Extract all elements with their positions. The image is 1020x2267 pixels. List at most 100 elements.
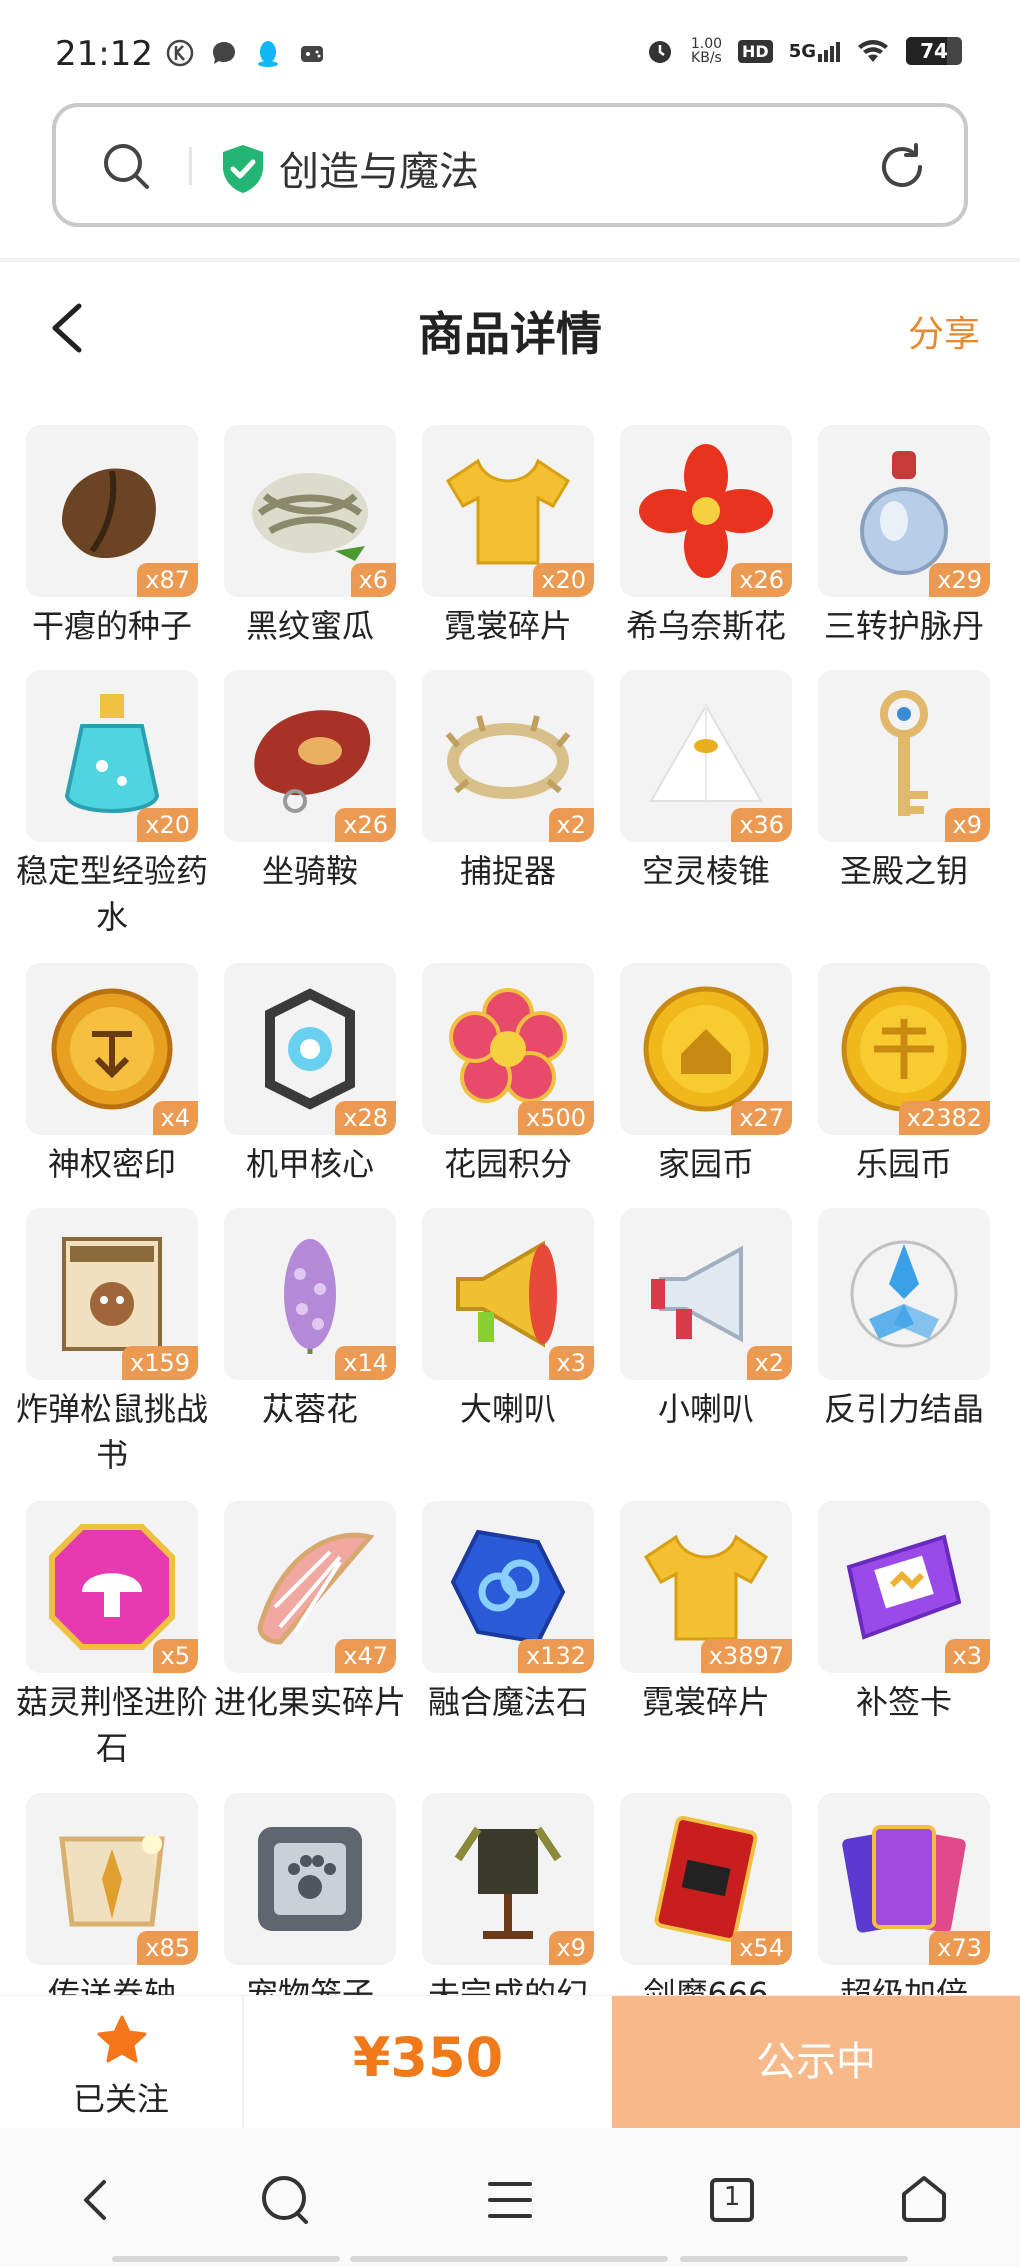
signal-indicator: 5G — [789, 41, 840, 62]
item-card[interactable]: x28 机甲核心 — [224, 963, 396, 1187]
item-card[interactable]: x54 剑魔666 — [620, 1793, 792, 1995]
nav-menu-icon[interactable] — [480, 2170, 540, 2230]
item-card[interactable]: x3897 霓裳碎片 — [620, 1501, 792, 1725]
item-card[interactable]: x500 花园积分 — [422, 963, 594, 1187]
item-name: 霓裳碎片 — [443, 607, 572, 645]
follow-button[interactable]: 已关注 — [0, 1996, 242, 2129]
net-speed: 1.00 KB/s — [690, 36, 723, 66]
item-thumbnail: x5 — [26, 1501, 198, 1673]
gesture-bar-right — [680, 2256, 908, 2262]
item-quantity-badge: x26 — [731, 563, 792, 597]
item-card[interactable]: x2382 乐园币 — [818, 963, 990, 1187]
nav-home-icon[interactable] — [894, 2170, 954, 2230]
item-quantity-badge: x85 — [137, 1931, 198, 1965]
item-thumbnail: x20 — [422, 425, 594, 597]
item-quantity-badge: x54 — [731, 1931, 792, 1965]
item-thumbnail: x132 — [422, 1501, 594, 1673]
status-time: 21:12 — [55, 34, 153, 74]
item-thumbnail — [224, 1793, 396, 1965]
item-name: 超级加倍 — [839, 1975, 968, 1995]
item-card[interactable]: x3 大喇叭 — [422, 1208, 594, 1432]
item-card[interactable]: 反引力结晶 — [818, 1208, 990, 1432]
item-quantity-badge: x4 — [152, 1101, 198, 1135]
item-card[interactable]: x132 融合魔法石 — [422, 1501, 594, 1725]
item-grid-viewport[interactable]: x87 干瘪的种子 x6 黑纹蜜瓜 x20 霓裳碎片 x26 希乌奈斯花 x29 三转护脉丹 x20… — [0, 380, 1020, 1995]
seed-icon — [62, 468, 156, 559]
item-card[interactable]: x36 空灵棱锥 — [620, 670, 792, 894]
nav-search-icon[interactable] — [256, 2170, 316, 2230]
item-card[interactable]: 宠物笼子 — [224, 1793, 396, 1995]
item-quantity-badge: x73 — [929, 1931, 990, 1965]
status-button[interactable]: 公示中 — [612, 1996, 1020, 2129]
item-card[interactable]: x2 捕捉器 — [422, 670, 594, 894]
search-icon[interactable] — [101, 141, 153, 193]
item-card[interactable]: x4 神权密印 — [26, 963, 198, 1187]
item-name: 融合魔法石 — [427, 1683, 588, 1721]
item-quantity-badge: x3897 — [700, 1639, 792, 1673]
item-quantity-badge: x132 — [517, 1639, 594, 1673]
item-thumbnail: x6 — [224, 425, 396, 597]
item-card[interactable]: x29 三转护脉丹 — [818, 425, 990, 649]
item-thumbnail: x3 — [422, 1208, 594, 1380]
item-card[interactable]: x9 圣殿之钥 — [818, 670, 990, 894]
item-card[interactable]: x14 苁蓉花 — [224, 1208, 396, 1432]
star-icon — [97, 2015, 147, 2063]
teleport-scroll-icon — [59, 1834, 165, 1927]
item-card[interactable]: x159 炸弹松鼠挑战书 — [16, 1208, 208, 1478]
card-pack-icon — [842, 1825, 966, 1933]
shirt-icon — [445, 458, 571, 565]
qq-penguin-icon — [258, 41, 278, 67]
share-button[interactable]: 分享 — [908, 305, 980, 357]
nav-back-icon[interactable] — [66, 2170, 126, 2230]
small-megaphone-icon — [651, 1245, 743, 1343]
item-quantity-badge: x29 — [929, 563, 990, 597]
item-quantity-badge: x20 — [137, 808, 198, 842]
item-card[interactable]: x87 干瘪的种子 — [26, 425, 198, 649]
gesture-bar-center — [350, 2256, 668, 2262]
item-quantity-badge: x2382 — [898, 1101, 990, 1135]
address-bar[interactable]: 创造与魔法 — [52, 103, 968, 227]
item-thumbnail — [818, 1208, 990, 1380]
status-bar: 21:12 1.00 KB/s HD 5G 74 — [0, 0, 1020, 95]
armor-stand-icon — [454, 1826, 562, 1939]
item-quantity-badge: x27 — [731, 1101, 792, 1135]
item-card[interactable]: x20 稳定型经验药水 — [16, 670, 208, 940]
item-card[interactable]: x6 黑纹蜜瓜 — [224, 425, 396, 649]
url-text[interactable]: 创造与魔法 — [279, 139, 479, 197]
item-card[interactable]: x26 坐骑鞍 — [224, 670, 396, 894]
item-name: 小喇叭 — [657, 1390, 754, 1428]
item-quantity-badge: x26 — [335, 808, 396, 842]
item-quantity-badge: x36 — [731, 808, 792, 842]
saddle-icon — [254, 710, 371, 813]
item-name: 乐园币 — [855, 1145, 952, 1183]
item-card[interactable]: x20 霓裳碎片 — [422, 425, 594, 649]
item-thumbnail: x4 — [26, 963, 198, 1135]
tab-count: 1 — [723, 2182, 741, 2212]
follow-label: 已关注 — [72, 2080, 169, 2118]
pyramid-icon — [649, 704, 763, 802]
item-card[interactable]: x5 菇灵荆怪进阶石 — [16, 1501, 208, 1771]
game-controller-icon — [301, 46, 323, 62]
item-card[interactable]: x85 传送卷轴 — [26, 1793, 198, 1995]
item-card[interactable]: x27 家园币 — [620, 963, 792, 1187]
megaphone-icon — [456, 1240, 557, 1348]
item-card[interactable]: x47 进化果实碎片 — [214, 1501, 406, 1725]
item-quantity-badge: x28 — [335, 1101, 396, 1135]
item-card[interactable]: x2 小喇叭 — [620, 1208, 792, 1432]
item-thumbnail: x14 — [224, 1208, 396, 1380]
item-card[interactable]: x26 希乌奈斯花 — [620, 425, 792, 649]
item-name: 传送卷轴 — [47, 1975, 176, 1995]
item-card[interactable]: x3 补签卡 — [818, 1501, 990, 1725]
item-thumbnail: x3 — [818, 1501, 990, 1673]
item-name: 空灵棱锥 — [641, 852, 770, 890]
item-card[interactable]: x9 未完成的幻 — [422, 1793, 594, 1995]
item-thumbnail: x500 — [422, 963, 594, 1135]
item-name: 进化果实碎片 — [213, 1683, 406, 1721]
reload-icon[interactable] — [876, 141, 928, 193]
red-flower-icon — [639, 444, 773, 578]
nav-tabs-button[interactable]: 1 — [702, 2170, 762, 2230]
hd-badge: HD — [738, 39, 773, 63]
exp-potion-icon — [64, 694, 160, 813]
item-card[interactable]: x73 超级加倍 — [818, 1793, 990, 1995]
item-quantity-badge: x9 — [548, 1931, 594, 1965]
